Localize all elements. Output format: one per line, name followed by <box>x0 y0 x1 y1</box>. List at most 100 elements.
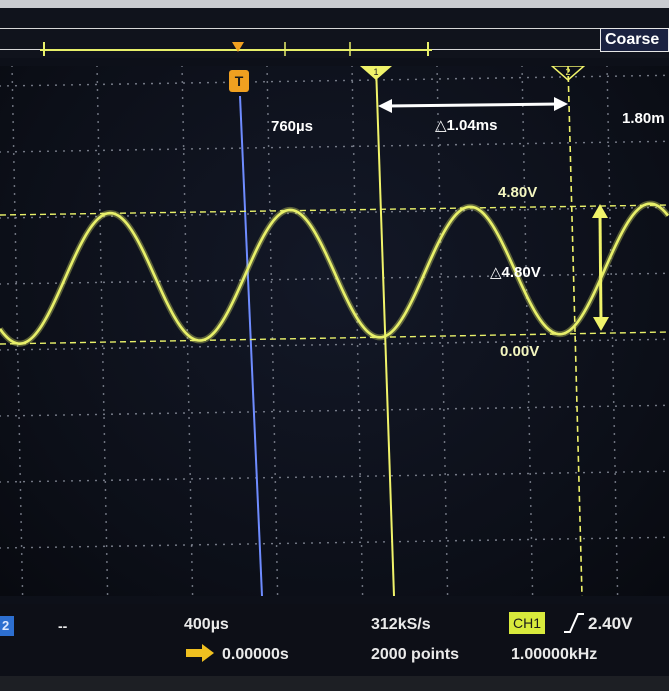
grid-dot <box>191 593 194 595</box>
grid-dot <box>183 544 185 546</box>
voltage-upper-readout: 4.80V <box>498 184 538 201</box>
waveform-graticule: 1 2 T 760µs △1.04ms 1.80m 4.80V △4.80V 0… <box>0 66 669 596</box>
grid-dot <box>15 281 18 283</box>
grid-dot <box>531 561 533 563</box>
grid-dot <box>612 369 614 371</box>
coarse-button[interactable]: Coarse <box>600 28 669 52</box>
grid-dot <box>524 217 526 219</box>
grid-dot <box>455 539 457 542</box>
grid-dot <box>399 144 401 147</box>
grid-dot <box>495 209 497 211</box>
grid-dot <box>503 77 505 79</box>
grid-dot <box>239 477 241 480</box>
grid-dot <box>199 213 201 216</box>
grid-dot <box>207 477 209 480</box>
grid-dot <box>583 207 585 210</box>
grid-dot <box>266 105 269 107</box>
channel2-badge[interactable]: 2 <box>0 616 14 636</box>
grid-dot <box>639 272 641 275</box>
grid-dot <box>567 142 569 144</box>
trigger-channel-badge[interactable]: CH1 <box>509 612 546 634</box>
grid-dot <box>272 409 275 411</box>
grid-dot <box>187 377 190 379</box>
grid-dot <box>623 405 625 407</box>
grid-dot <box>443 441 446 443</box>
grid-dot <box>105 545 108 547</box>
grid-dot <box>551 142 553 145</box>
grid-dot <box>275 537 278 539</box>
grid-dot <box>615 207 617 210</box>
grid-dot <box>319 475 321 478</box>
grid-dot <box>119 347 121 349</box>
grid-dot <box>440 265 442 267</box>
grid-dot <box>274 489 277 491</box>
grid-dot <box>279 80 281 83</box>
grid-dot <box>359 465 361 467</box>
grid-dot <box>609 241 612 243</box>
trigger-position[interactable]: 0.00000s <box>222 646 289 664</box>
grid-dot <box>255 81 257 83</box>
trigger-level[interactable]: 2.40V <box>588 614 632 634</box>
time-per-division[interactable]: 400µs <box>184 616 229 634</box>
grid-dot <box>359 489 362 491</box>
grid-dot <box>47 282 49 285</box>
grid-dot <box>367 277 369 280</box>
grid-dot <box>523 161 525 163</box>
grid-dot <box>7 216 9 219</box>
grid-dot <box>182 137 185 139</box>
grid-dot <box>11 105 14 107</box>
grid-dot <box>97 113 99 115</box>
grid-dot <box>360 529 363 531</box>
grid-dot <box>360 545 363 547</box>
grid-dot <box>279 344 281 347</box>
grid-dot <box>287 278 289 281</box>
grid-dot <box>623 471 625 473</box>
grid-dot <box>623 207 625 209</box>
grid-dot <box>223 81 225 84</box>
grid-dot <box>199 411 201 414</box>
grid-dot <box>18 457 21 459</box>
grid-dot <box>647 140 649 143</box>
grid-dot <box>268 169 270 171</box>
record-length[interactable]: 2000 points <box>371 646 459 664</box>
bezel-bottom <box>0 676 669 691</box>
grid-dot <box>524 233 527 235</box>
grid-dot <box>276 561 278 563</box>
grid-dot <box>415 210 417 213</box>
grid-dot <box>606 105 609 107</box>
grid-dot <box>471 407 473 410</box>
grid-dot <box>187 409 190 411</box>
grid-dot <box>655 272 657 275</box>
grid-dot <box>268 193 271 195</box>
grid-dot <box>272 393 275 395</box>
grid-dot <box>7 414 9 417</box>
grid-dot <box>611 353 614 355</box>
grid-dot <box>471 539 473 542</box>
grid-dot <box>567 406 569 408</box>
grid-dot <box>39 282 41 285</box>
grid-dot <box>442 409 445 411</box>
grid-dot <box>521 97 524 99</box>
grid-dot <box>343 79 345 82</box>
grid-dot <box>519 208 521 211</box>
grid-dot <box>12 113 14 115</box>
grid-dot <box>31 216 33 219</box>
grid-dot <box>614 489 617 491</box>
grid-dot <box>610 265 612 267</box>
grid-dot <box>12 153 15 155</box>
grid-dot <box>31 348 33 351</box>
grid-dot <box>96 89 99 91</box>
grid-dot <box>103 425 106 427</box>
grid-dot <box>503 539 505 541</box>
grid-dot <box>239 543 241 546</box>
grid-dot <box>182 121 185 123</box>
grid-dot <box>271 476 273 479</box>
grid-dot <box>0 283 1 285</box>
grid-dot <box>319 79 321 82</box>
grid-dot <box>184 249 187 251</box>
grid-dot <box>351 145 353 148</box>
grid-dot <box>97 121 100 123</box>
grid-dot <box>319 211 321 214</box>
grid-dot <box>438 201 441 203</box>
grid-dot <box>447 77 449 80</box>
